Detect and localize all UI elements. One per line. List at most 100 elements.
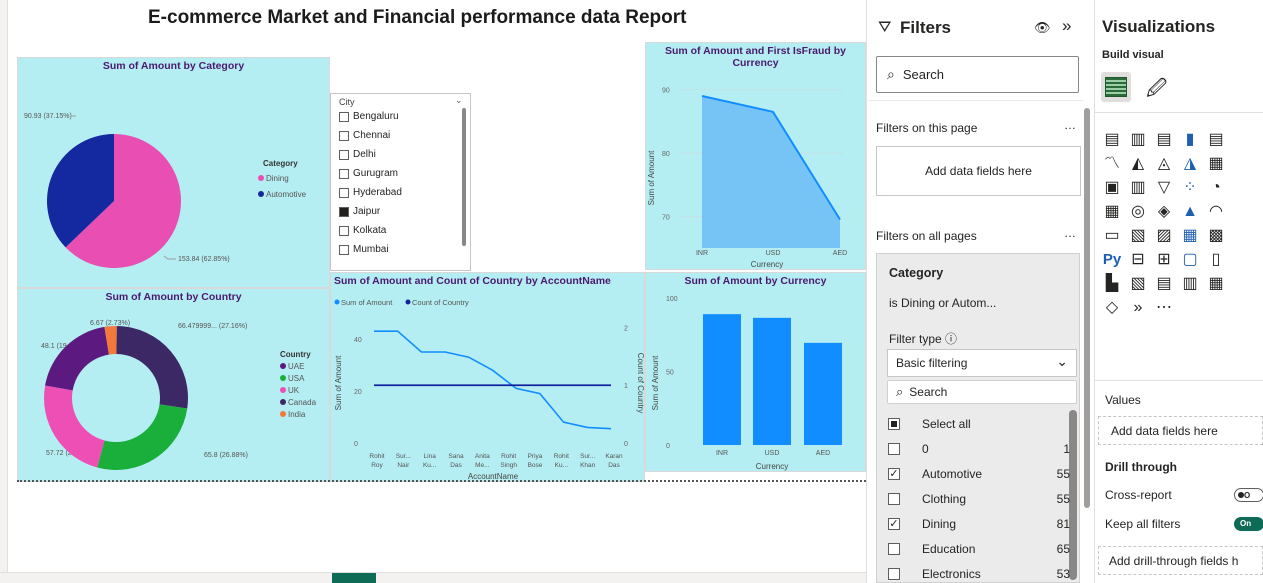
key-influencers-icon[interactable]: ⊟ (1128, 251, 1148, 269)
city-slicer-item[interactable]: Kolkata (339, 225, 386, 236)
country-legend-item: UK (288, 386, 300, 395)
filters-search-box[interactable]: ⌕ Search (876, 56, 1079, 93)
narrative-icon[interactable]: ▯ (1206, 251, 1226, 269)
filter-item-checkbox[interactable]: ✓ (888, 518, 900, 530)
values-dropzone[interactable]: Add data fields here (1098, 416, 1263, 445)
azure-map-icon[interactable]: ▲ (1180, 203, 1200, 221)
waterfall-icon[interactable]: ▦ (1206, 155, 1226, 173)
city-checkbox[interactable] (339, 168, 349, 179)
more-options-icon[interactable]: … (1064, 118, 1076, 132)
keep-all-filters-toggle[interactable]: On (1234, 517, 1263, 531)
city-checkbox[interactable] (339, 187, 349, 198)
city-checkbox[interactable] (339, 111, 349, 122)
city-checkbox[interactable] (339, 225, 349, 236)
stacked-100-bar-icon[interactable]: ▤ (1154, 131, 1174, 149)
more-options-icon[interactable]: … (1064, 226, 1076, 240)
category-filter-card[interactable]: Category is Dining or Autom... Filter ty… (876, 253, 1080, 583)
python-visual-icon[interactable]: Py (1102, 251, 1122, 269)
filter-type-dropdown[interactable]: Basic filtering ⌄ (887, 349, 1077, 377)
filter-item-checkbox[interactable] (888, 568, 900, 580)
cross-report-toggle[interactable]: O (1234, 488, 1263, 502)
city-slicer-item[interactable]: Hyderabad (339, 187, 402, 198)
line-chart-icon[interactable]: 〽 (1102, 155, 1122, 173)
category-pie-visual[interactable]: Sum of Amount by Category 90.93 (37.15%)… (17, 57, 330, 288)
filters-on-page-label: Filters on this page (876, 121, 978, 135)
city-slicer-item[interactable]: Jaipur (339, 206, 380, 217)
select-all-checkbox[interactable] (888, 418, 900, 430)
line-area-icon[interactable]: ◬ (1154, 155, 1174, 173)
format-visual-icon[interactable]: 🖉 (1146, 74, 1167, 108)
power-apps-icon[interactable]: ▤ (1154, 275, 1174, 293)
filter-item-checkbox[interactable] (888, 443, 900, 455)
eye-icon[interactable]: 👁 (1034, 20, 1051, 36)
qa-icon[interactable]: ▢ (1180, 251, 1200, 269)
line-ylabel-left: Sum of Amount (334, 355, 343, 410)
city-slicer-item[interactable]: Delhi (339, 149, 376, 160)
pie-icon[interactable]: ◔ (1206, 179, 1226, 197)
donut-slice-usa[interactable] (97, 404, 188, 470)
filter-card-scrollbar[interactable] (1069, 410, 1077, 580)
paginated-report-icon[interactable]: ▙ (1102, 275, 1122, 293)
filters-scrollbar[interactable] (1084, 108, 1090, 508)
filled-map-icon[interactable]: ◈ (1154, 203, 1174, 221)
city-slicer[interactable]: City ⌄ Bengaluru Chennai Delhi Gurugram Hyde… (330, 93, 471, 271)
clustered-bar-icon[interactable]: ▥ (1128, 131, 1148, 149)
filter-item-checkbox[interactable]: ✓ (888, 468, 900, 480)
combo-icon[interactable]: ▥ (1128, 179, 1148, 197)
filters-page-dropzone[interactable]: Add data fields here (876, 146, 1081, 196)
more-visuals-icon[interactable]: ⋯ (1154, 299, 1174, 317)
bar-usd[interactable] (753, 317, 791, 445)
slicer-icon[interactable]: ▨ (1154, 227, 1174, 245)
build-visual-tab[interactable] (1101, 72, 1131, 102)
scatter-icon[interactable]: ⁘ (1180, 179, 1200, 197)
filter-item-checkbox[interactable] (888, 543, 900, 555)
active-page-tab[interactable] (332, 573, 376, 583)
fraud-area-visual[interactable]: Sum of Amount and First IsFraud by Curre… (645, 42, 866, 270)
city-slicer-item[interactable]: Mumbai (339, 244, 389, 255)
city-slicer-item[interactable]: Chennai (339, 130, 390, 141)
map-icon[interactable]: ▣ (1102, 179, 1122, 197)
city-checkbox[interactable] (339, 130, 349, 141)
treemap-icon[interactable]: ▦ (1102, 203, 1122, 221)
drill-through-dropzone[interactable]: Add drill-through fields h (1098, 546, 1263, 575)
card-icon[interactable]: ▭ (1102, 227, 1122, 245)
chevron-down-icon[interactable]: ⌄ (455, 95, 463, 106)
column-icon[interactable]: ▮ (1180, 131, 1200, 149)
bar-icon[interactable]: ▤ (1206, 131, 1226, 149)
ribbon-icon[interactable]: ◮ (1180, 155, 1200, 173)
sum-amount-line[interactable] (374, 330, 612, 430)
funnel-icon[interactable]: ▽ (1154, 179, 1174, 197)
bar-aed[interactable] (804, 342, 842, 445)
city-slicer-item[interactable]: Gurugram (339, 168, 398, 179)
city-checkbox[interactable] (339, 149, 349, 160)
power-automate-icon[interactable]: ▥ (1180, 275, 1200, 293)
donut-slice-uae[interactable] (45, 326, 109, 391)
city-checkbox[interactable] (339, 244, 349, 255)
slicer-scrollbar[interactable] (462, 108, 466, 246)
collapse-pane-icon[interactable]: » (1062, 16, 1071, 36)
city-slicer-item[interactable]: Bengaluru (339, 111, 399, 122)
account-line-visual[interactable]: Sum of Amount and Count of Country by Ac… (330, 272, 645, 482)
city-checkbox[interactable] (339, 206, 349, 217)
fraud-area-chart: Sum of Amount Currency 70 80 90 INR USD AED (647, 88, 847, 269)
chevrons-icon[interactable]: » (1128, 299, 1148, 317)
bar-inr[interactable] (703, 314, 741, 445)
stacked-bar-icon[interactable]: ▤ (1102, 131, 1122, 149)
decomposition-tree-icon[interactable]: ⊞ (1154, 251, 1174, 269)
table-icon[interactable]: ▦ (1180, 227, 1200, 245)
metrics-icon[interactable]: ▧ (1128, 275, 1148, 293)
kpi-icon[interactable]: ▧ (1128, 227, 1148, 245)
donut-slice-canada[interactable] (116, 326, 188, 409)
filter-item-checkbox[interactable] (888, 493, 900, 505)
area-chart-icon[interactable]: ◭ (1128, 155, 1148, 173)
country-donut-visual[interactable]: Sum of Amount by Country 6.67 (2.73%) 66… (17, 288, 330, 482)
currency-bar-visual[interactable]: Sum of Amount by Currency Sum of Amount … (645, 272, 866, 472)
diamond-icon[interactable]: ◇ (1102, 299, 1122, 317)
gauge-icon[interactable]: ◠ (1206, 203, 1226, 221)
filter-item-count: 53 (1056, 567, 1070, 581)
bar-ylabel: Sum of Amount (651, 355, 660, 410)
arcgis-icon[interactable]: ▦ (1206, 275, 1226, 293)
matrix-icon[interactable]: ▩ (1206, 227, 1226, 245)
globe-icon[interactable]: ◎ (1128, 203, 1148, 221)
filter-card-search[interactable]: ⌕ Search (887, 380, 1077, 404)
